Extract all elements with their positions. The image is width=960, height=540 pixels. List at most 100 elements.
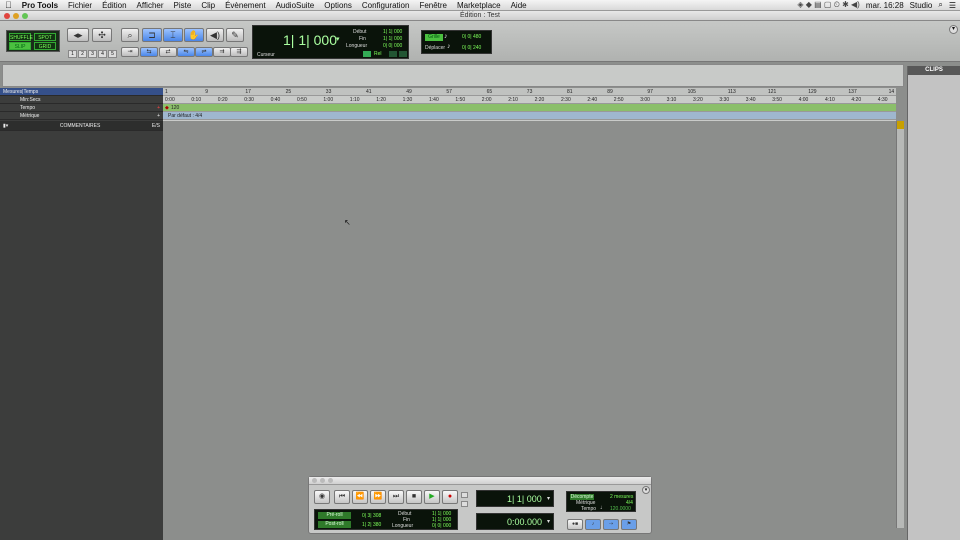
ruler-label-bars[interactable]: Mesures|Temps <box>0 88 163 96</box>
menu-fichier[interactable]: Fichier <box>63 1 97 10</box>
bars-ruler[interactable]: 1 9 17 25 33 41 49 57 65 73 81 89 97 105 113 121 129 137 1… <box>163 88 896 96</box>
zoom-window-icon[interactable] <box>22 13 28 19</box>
clips-title[interactable]: CLIPS <box>908 66 960 75</box>
counter-fin[interactable]: 1| 1| 000 <box>383 36 402 42</box>
selector-tool-icon[interactable]: ⌶ <box>163 28 183 42</box>
apple-menu-icon[interactable]:  <box>0 0 17 10</box>
record-icon[interactable]: ● <box>442 490 458 504</box>
conductor-icon[interactable]: ⚑ <box>621 519 637 530</box>
menu-evenement[interactable]: Évènement <box>220 1 270 10</box>
rel-toggle[interactable]: Rel <box>374 51 382 57</box>
toolbar-menu-icon[interactable]: ▾ <box>949 25 958 34</box>
grid-mode-button[interactable]: GRID <box>34 42 56 50</box>
menu-options[interactable]: Options <box>319 1 357 10</box>
postroll-toggle[interactable]: Post-roll <box>318 521 351 528</box>
transport-longueur[interactable]: 0| 0| 000 <box>432 523 451 529</box>
grabber-tool-icon[interactable]: ✋ <box>184 28 204 42</box>
shuffle-mode-button[interactable]: SHUFFLE <box>9 33 33 41</box>
menu-piste[interactable]: Piste <box>169 1 197 10</box>
zoom-preset-2[interactable]: 2 <box>78 50 87 58</box>
preroll-value[interactable]: 0| 3| 308 <box>362 513 381 519</box>
menu-configuration[interactable]: Configuration <box>357 1 415 10</box>
ruler-label-meter[interactable]: Métrique + <box>0 112 163 120</box>
grid-toggle[interactable]: Grille <box>425 34 443 41</box>
minsecs-ruler[interactable]: 0:00 0:10 0:20 0:30 0:40 0:50 1:00 1:10 1:20 1:30… <box>163 96 896 104</box>
transport-sub-counter[interactable]: 0:00.000 <box>507 517 542 527</box>
keyboard-focus-icon[interactable]: ⇶ <box>230 47 248 57</box>
main-counter[interactable]: 1| 1| 000 <box>283 32 337 48</box>
ruler-label-tempo[interactable]: Tempo + <box>0 104 163 112</box>
transport-zoom-icon[interactable] <box>328 478 333 483</box>
io-column[interactable]: E/S <box>152 121 160 130</box>
scrubber-tool-icon[interactable]: ◀) <box>206 28 224 42</box>
tempo-ruler[interactable]: ◆ 120 <box>163 104 896 112</box>
preroll-toggle[interactable]: Pré-roll <box>318 512 351 519</box>
menu-user[interactable]: Studio <box>910 1 933 10</box>
close-window-icon[interactable] <box>4 13 10 19</box>
comments-column[interactable]: COMMENTAIRES <box>60 121 100 130</box>
menu-clock[interactable]: mar. 16:28 <box>866 1 904 10</box>
metronome-icon[interactable]: ♪ <box>585 519 601 530</box>
menu-edition[interactable]: Édition <box>97 1 131 10</box>
transport-menu-icon[interactable]: ▾ <box>642 486 650 494</box>
counter-dropdown-icon[interactable]: ▾ <box>336 35 340 43</box>
tempo-marker-icon[interactable]: ◆ <box>165 105 169 111</box>
edit-window-tracks-area[interactable]: ↖ <box>163 121 896 528</box>
post-roll-icon[interactable] <box>399 51 407 57</box>
menu-fenetre[interactable]: Fenêtre <box>414 1 452 10</box>
mirror-midi-icon[interactable]: ⇌ <box>195 47 213 57</box>
zoomer-tool-icon[interactable]: ⌕ <box>121 28 139 42</box>
stop-icon[interactable]: ■ <box>406 490 422 504</box>
automation-follows-icon[interactable]: ⇉ <box>213 47 231 57</box>
midi-merge-icon[interactable]: ⇢ <box>603 519 619 530</box>
return-to-zero-icon[interactable]: ⏮ <box>334 490 350 504</box>
link-track-icon[interactable]: ⇄ <box>159 47 177 57</box>
menu-app[interactable]: Pro Tools <box>17 1 63 10</box>
ruler-label-minsecs[interactable]: Min:Secs <box>0 96 163 104</box>
play-icon[interactable]: ▶ <box>424 490 440 504</box>
minimize-window-icon[interactable] <box>13 13 19 19</box>
zoom-preset-4[interactable]: 4 <box>98 50 107 58</box>
zoom-preset-1[interactable]: 1 <box>68 50 77 58</box>
menu-audiosuite[interactable]: AudioSuite <box>271 1 320 10</box>
zoom-preset-5[interactable]: 5 <box>108 50 117 58</box>
fast-forward-icon[interactable]: ⏩ <box>370 490 386 504</box>
meter-ruler[interactable]: Par défaut : 4/4 <box>163 112 896 120</box>
link-selection-icon[interactable] <box>363 51 371 57</box>
zoom-preset-3[interactable]: 3 <box>88 50 97 58</box>
counter-debut[interactable]: 1| 1| 000 <box>383 29 402 35</box>
timeline-rulers[interactable]: 1 9 17 25 33 41 49 57 65 73 81 89 97 105 113 121 129 137 1… <box>163 88 896 121</box>
link-timeline-icon[interactable]: ⇆ <box>140 47 158 57</box>
nudge-value[interactable]: 0| 0| 240 <box>462 45 481 51</box>
insertion-follows-icon[interactable]: ⇋ <box>177 47 195 57</box>
counter-longueur[interactable]: 0| 0| 000 <box>383 43 402 49</box>
transport-minimize-icon[interactable] <box>320 478 325 483</box>
zoom-in-icon[interactable]: ✣ <box>92 28 112 42</box>
notifications-icon[interactable]: ☰ <box>949 1 956 10</box>
menu-aide[interactable]: Aide <box>506 1 532 10</box>
transport-main-counter[interactable]: 1| 1| 000 <box>507 494 542 504</box>
postroll-value[interactable]: 1| 2| 380 <box>362 522 381 528</box>
status-icons[interactable]: ◈ ◆ ▤ ▢ ⏲ ✱ ◀) <box>797 0 860 10</box>
zoom-out-icon[interactable]: ◂▸ <box>67 28 89 42</box>
scroll-zoom-icon[interactable] <box>897 121 904 129</box>
rewind-icon[interactable]: ⏪ <box>352 490 368 504</box>
tab-to-transient-icon[interactable]: ⇥ <box>121 47 139 57</box>
online-button-icon[interactable]: ◉ <box>314 490 330 504</box>
go-to-end-icon[interactable]: ⏭ <box>388 490 404 504</box>
menu-marketplace[interactable]: Marketplace <box>452 1 506 10</box>
quickpunch-toggle-icon[interactable] <box>461 501 468 507</box>
tempo-display[interactable]: 120.0000 <box>610 506 631 512</box>
main-counter-menu-icon[interactable]: ▾ <box>547 495 550 502</box>
sub-counter-menu-icon[interactable]: ▾ <box>547 518 550 525</box>
menu-clip[interactable]: Clip <box>196 1 220 10</box>
pre-post-icon[interactable] <box>389 51 397 57</box>
track-view-menu-icon[interactable]: ▮▾ <box>3 121 8 130</box>
grid-value[interactable]: 0| 0| 480 <box>462 34 481 40</box>
wait-for-note-icon[interactable]: ●■ <box>567 519 583 530</box>
spot-mode-button[interactable]: SPOT <box>34 33 56 41</box>
vertical-scrollbar[interactable] <box>896 121 904 528</box>
slip-mode-button[interactable]: SLIP <box>9 42 31 50</box>
spotlight-icon[interactable]: ⌕ <box>938 0 942 10</box>
trim-tool-icon[interactable]: ⊐ <box>142 28 162 42</box>
